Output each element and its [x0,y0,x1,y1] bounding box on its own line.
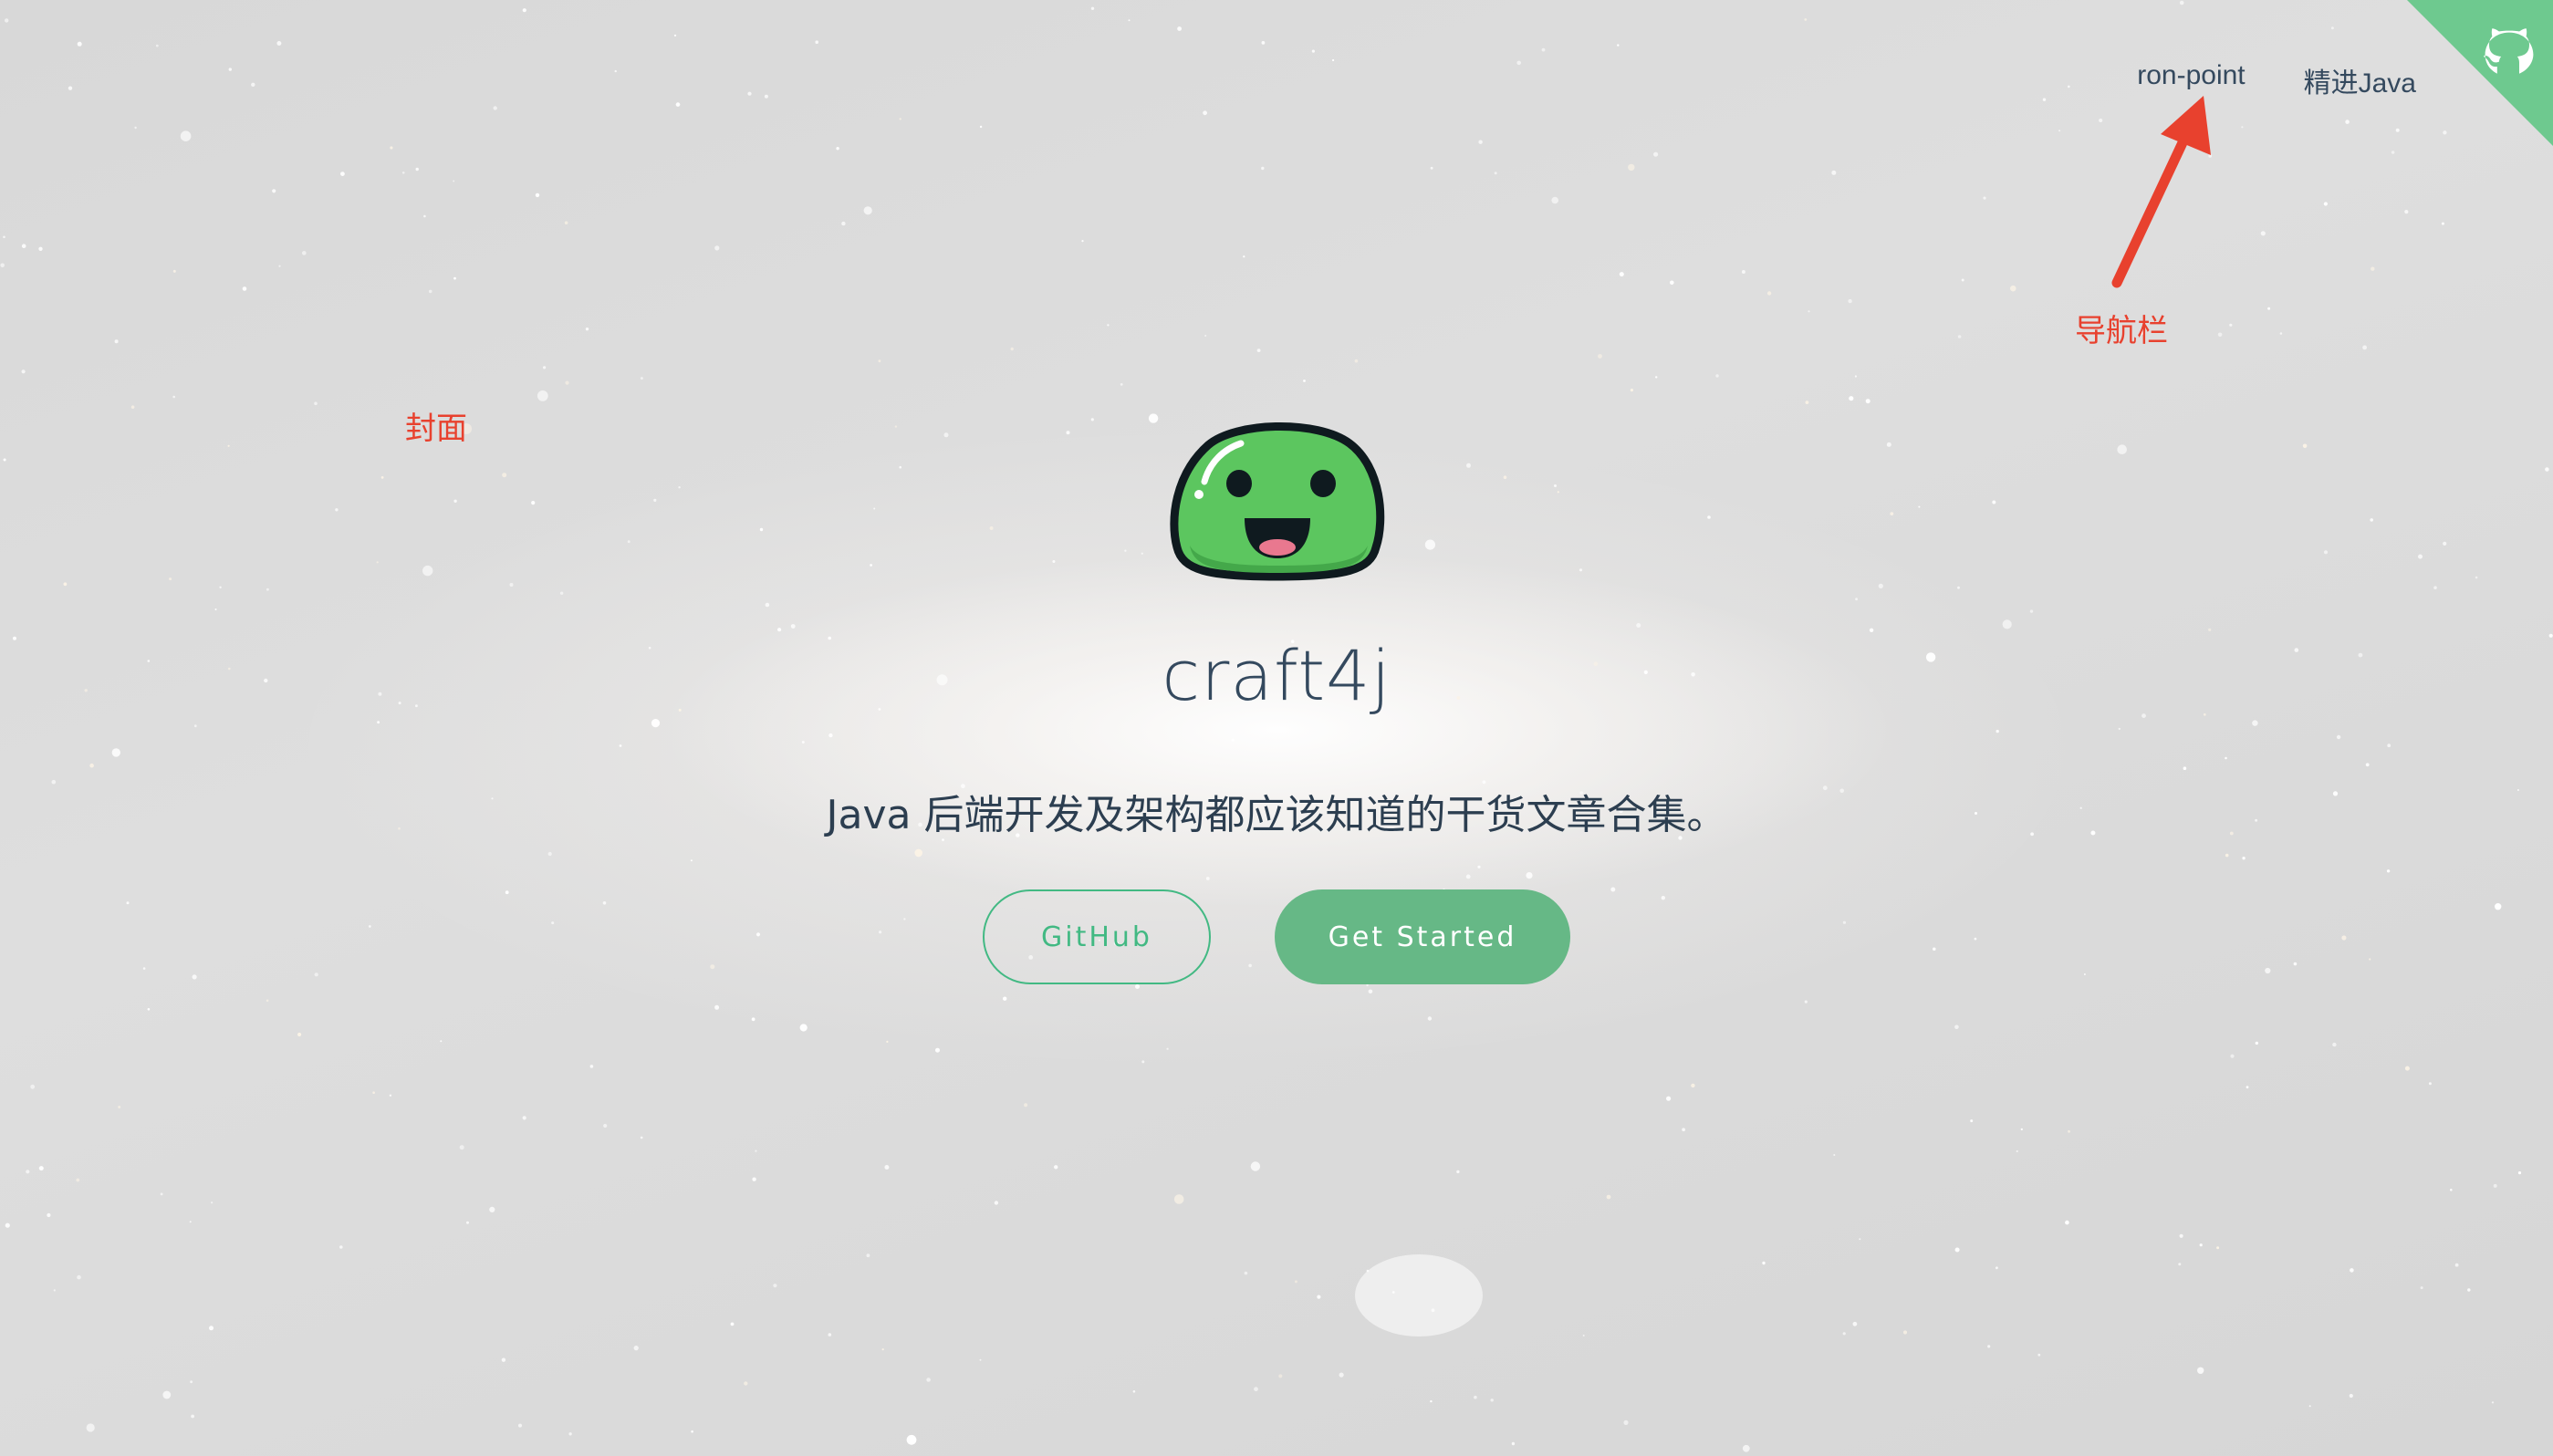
annotation-arrow-icon [2111,96,2211,288]
cover-section: craft4j Java 后端开发及架构都应该知道的干货文章合集。 GitHub… [0,411,2553,984]
top-navbar: ron-point 精进Java [2137,60,2416,100]
site-description: Java 后端开发及架构都应该知道的干货文章合集。 [826,792,1727,838]
nav-item-jingjin-java[interactable]: 精进Java [2304,60,2416,100]
github-button[interactable]: GitHub [983,889,1211,984]
nav-item-ron-point[interactable]: ron-point [2137,60,2245,100]
get-started-button[interactable]: Get Started [1275,889,1570,984]
site-title: craft4j [1162,635,1391,716]
annotation-navbar-label: 导航栏 [2075,313,2168,349]
github-corner-icon[interactable] [2407,0,2553,146]
green-slime-mascot-icon [1170,422,1385,581]
cover-buttons: GitHub Get Started [0,889,2553,984]
